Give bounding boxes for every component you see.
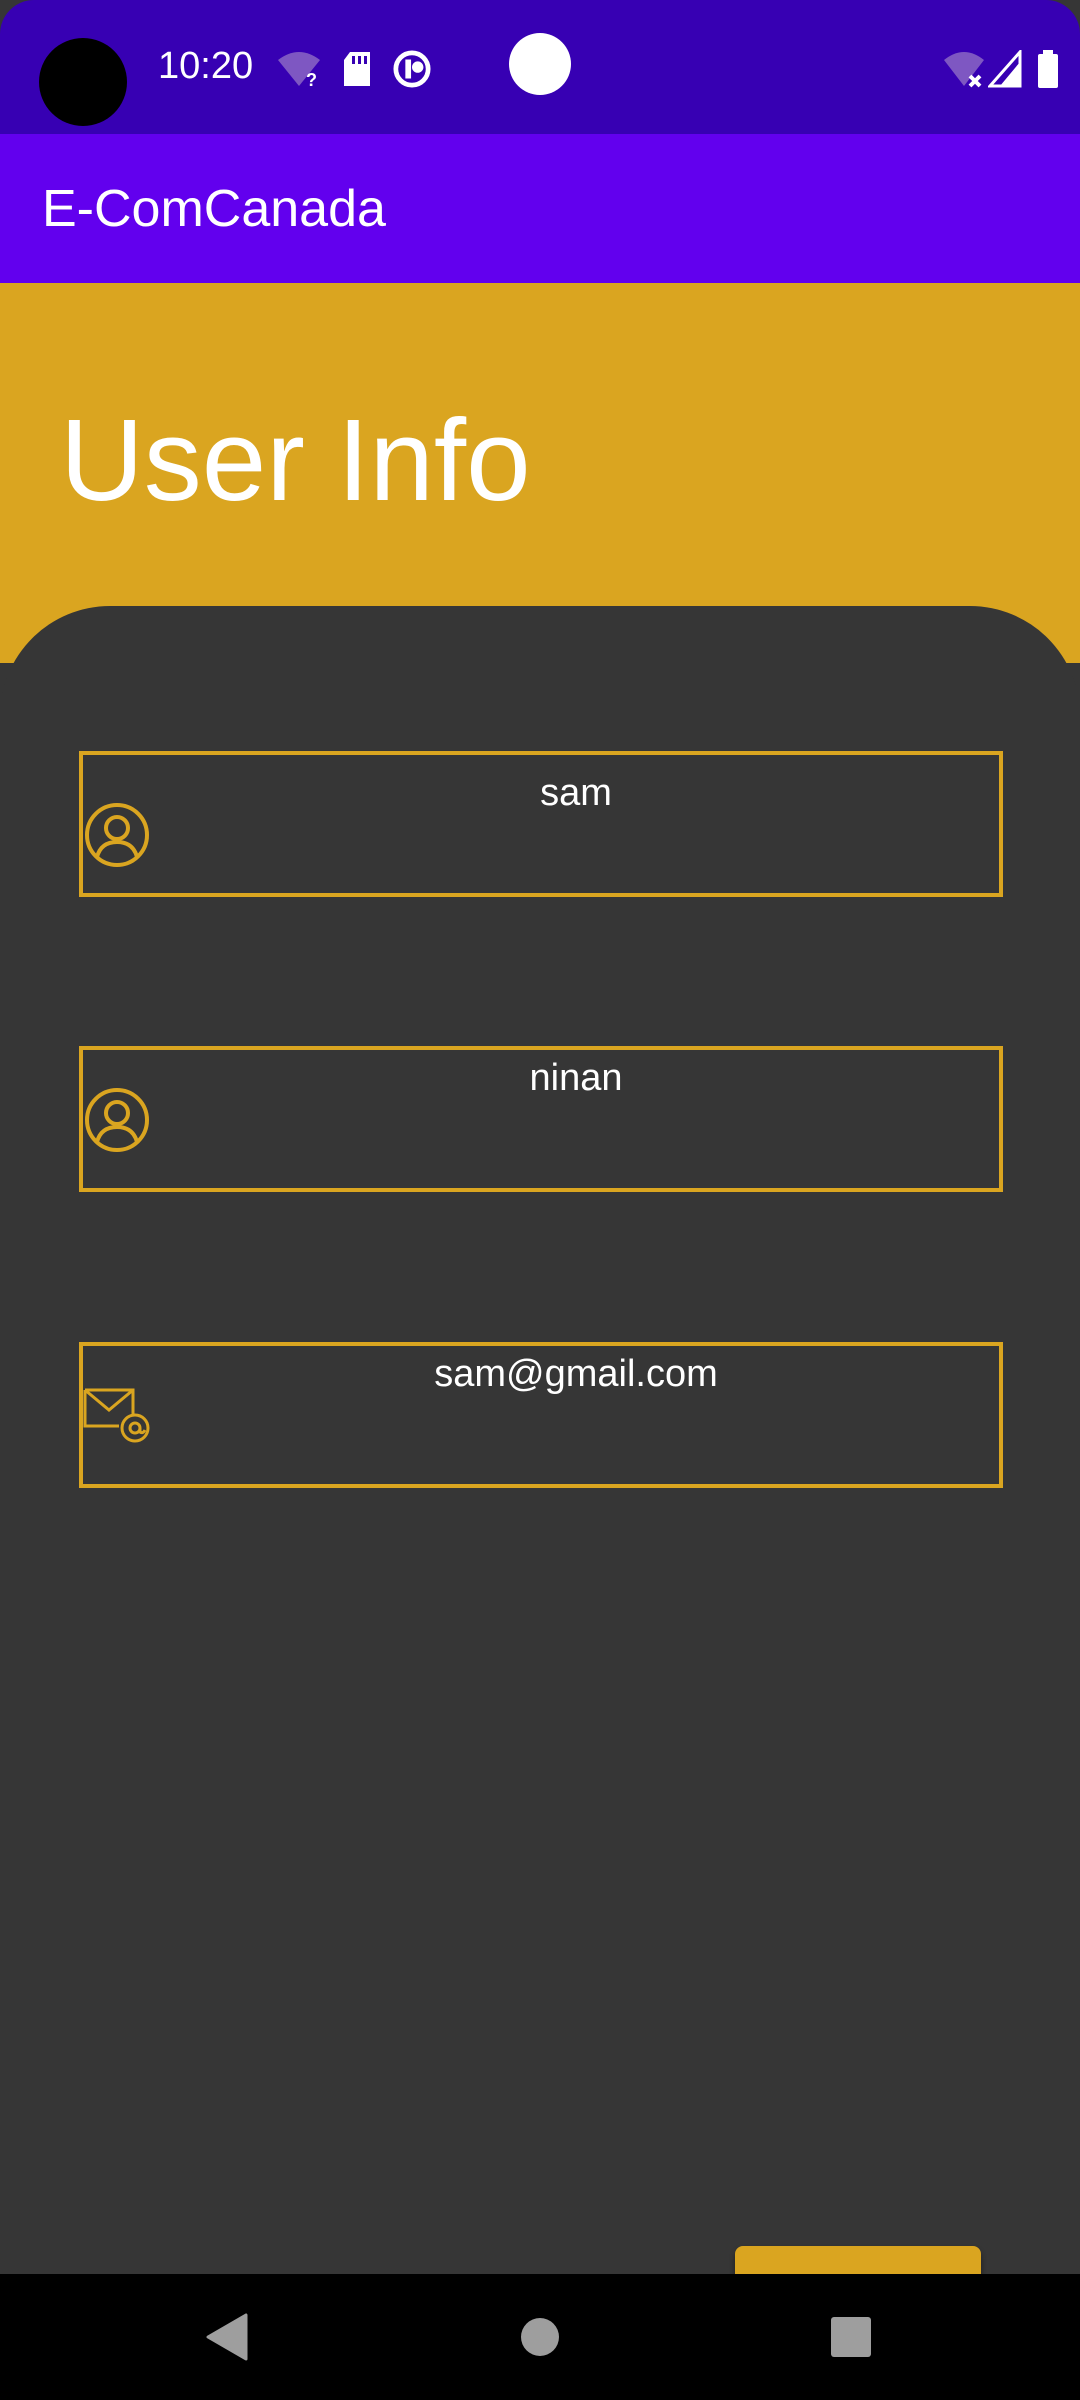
- user-icon: [85, 803, 149, 867]
- home-button[interactable]: [470, 2274, 610, 2400]
- svg-text:?: ?: [306, 70, 317, 88]
- nav-bar: [0, 2274, 1080, 2400]
- email-at-icon: [83, 1388, 150, 1443]
- user-icon: [85, 1088, 149, 1152]
- back-button[interactable]: [156, 2274, 296, 2400]
- last-name-field[interactable]: [79, 1046, 1003, 1192]
- app-bar: E-ComCanada: [0, 134, 1080, 283]
- status-time: 10:20: [158, 45, 254, 87]
- page-title: User Info: [60, 395, 531, 525]
- back-icon: [206, 2313, 248, 2361]
- email-field[interactable]: [79, 1342, 1003, 1488]
- recents-icon: [831, 2317, 871, 2357]
- first-name-input[interactable]: [153, 769, 999, 817]
- wifi-question-icon: ?: [278, 52, 320, 88]
- home-icon: [521, 2318, 559, 2356]
- app-title: E-ComCanada: [42, 180, 386, 238]
- screen: 10:20 ? E-ComCanada User Info sam ninan …: [0, 0, 1080, 2400]
- sd-card-icon: [344, 52, 370, 86]
- camera-cutout: [39, 38, 127, 126]
- status-bar: 10:20 ?: [0, 0, 1080, 134]
- cell-signal-icon: [988, 50, 1022, 88]
- wifi-off-icon: [944, 52, 984, 88]
- first-name-field[interactable]: [79, 751, 1003, 897]
- battery-icon: [1038, 50, 1058, 88]
- recents-button[interactable]: [781, 2274, 921, 2400]
- data-saver-icon: [393, 50, 431, 88]
- last-name-input[interactable]: [153, 1054, 999, 1102]
- email-input[interactable]: [153, 1350, 999, 1398]
- white-dot: [509, 33, 571, 95]
- user-info-card: LOGOUT: [0, 606, 1080, 2342]
